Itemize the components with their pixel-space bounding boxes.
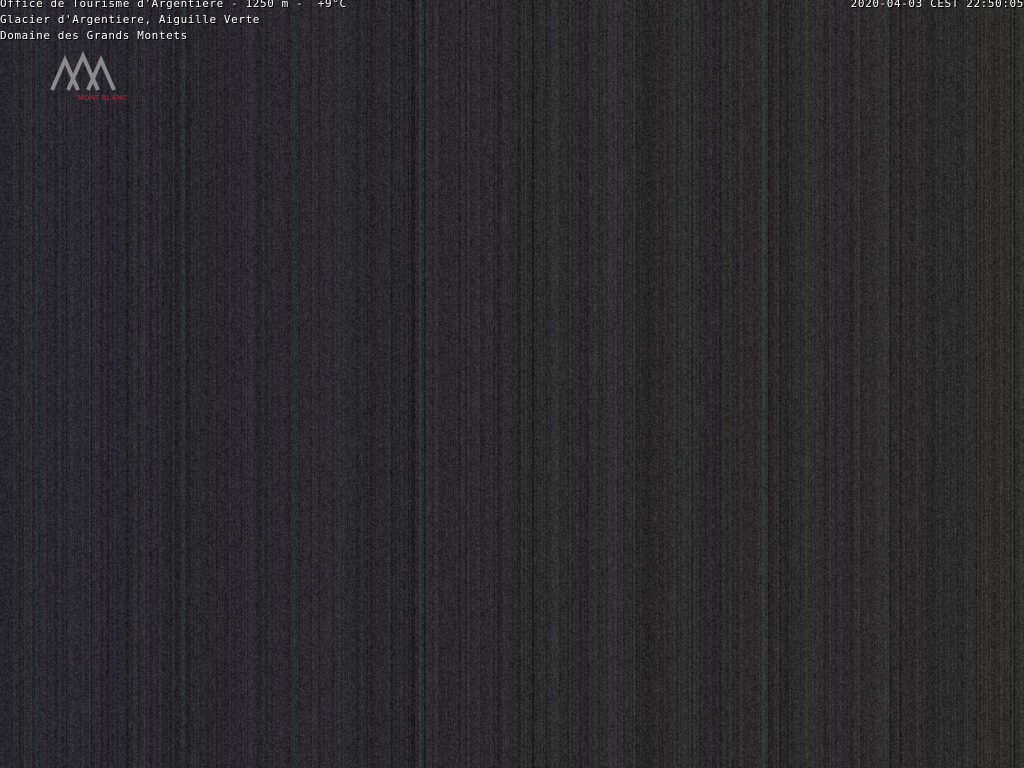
timestamp: 2020-04-03 CEST 22:50:05	[850, 0, 1024, 10]
night-noise-image	[0, 0, 1024, 768]
mont-blanc-logo: MONT BLANC	[50, 52, 146, 108]
area-caption: Domaine des Grands Montets	[0, 29, 188, 42]
mountain-logo-icon	[50, 52, 116, 91]
location-caption: Office de Tourisme d'Argentiere - 1250 m…	[0, 0, 347, 10]
logo-wordmark: MONT BLANC	[78, 95, 128, 102]
view-caption: Glacier d'Argentiere, Aiguille Verte	[0, 13, 261, 26]
webcam-frame: Office de Tourisme d'Argentiere - 1250 m…	[0, 0, 1024, 768]
